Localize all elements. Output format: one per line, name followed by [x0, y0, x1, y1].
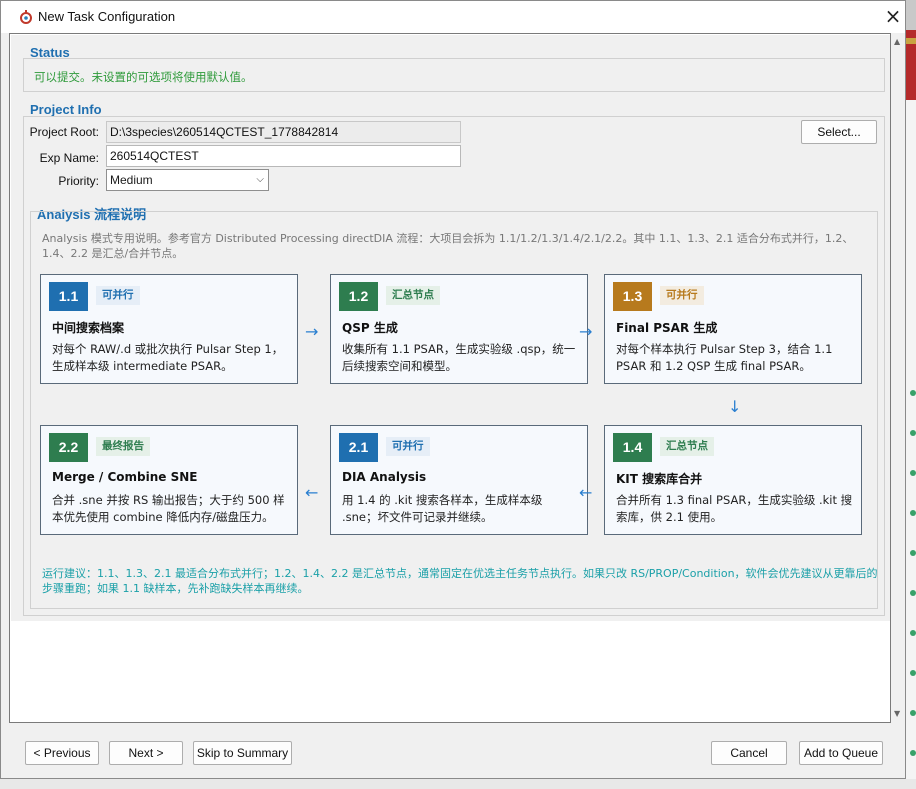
arrow-left-icon: ←	[579, 483, 593, 502]
status-dot-icon	[910, 710, 916, 716]
step-tag: 可并行	[96, 286, 140, 305]
step-number-badge: 2.2	[49, 433, 88, 462]
step-card-1-4: 1.4 汇总节点 KIT 搜索库合并 合并所有 1.3 final PSAR，生…	[604, 425, 862, 535]
step-number-badge: 1.2	[339, 282, 378, 311]
priority-select[interactable]: Medium ⌵	[106, 169, 269, 191]
status-dot-icon	[910, 430, 916, 436]
arrow-right-icon: →	[579, 322, 593, 341]
arrow-down-icon: ↓	[728, 397, 742, 416]
chevron-down-icon: ⌵	[256, 174, 264, 185]
priority-label: Priority:	[58, 174, 99, 188]
background-status-row	[0, 779, 916, 789]
task-config-dialog: New Task Configuration × Status 可以提交。未设置…	[0, 0, 906, 779]
step-title: KIT 搜索库合并	[616, 472, 703, 486]
scroll-down-icon[interactable]: ▼	[894, 709, 900, 718]
next-button[interactable]: Next >	[109, 741, 183, 765]
window-title: New Task Configuration	[38, 9, 176, 24]
step-tag: 最终报告	[96, 437, 150, 456]
background-list	[906, 100, 916, 789]
step-title: QSP 生成	[342, 321, 398, 335]
arrow-right-icon: →	[305, 322, 319, 341]
step-tag: 可并行	[660, 286, 704, 305]
step-description: 合并 .sne 并按 RS 输出报告；大于约 500 样本优先使用 combin…	[52, 493, 285, 524]
step-number-badge: 2.1	[339, 433, 378, 462]
status-dot-icon	[910, 470, 916, 476]
skip-to-summary-button[interactable]: Skip to Summary	[193, 741, 292, 765]
title-bar[interactable]: New Task Configuration ×	[1, 1, 905, 33]
step-card-1-3: 1.3 可并行 Final PSAR 生成 对每个样本执行 Pulsar Ste…	[604, 274, 862, 384]
exp-name-label: Exp Name:	[39, 151, 99, 165]
form-content: Status 可以提交。未设置的可选项将使用默认值。 Project Info …	[11, 35, 890, 621]
status-dot-icon	[910, 630, 916, 636]
status-dot-icon	[910, 550, 916, 556]
app-icon	[20, 10, 32, 24]
step-tag: 汇总节点	[660, 437, 714, 456]
step-card-1-2: 1.2 汇总节点 QSP 生成 收集所有 1.1 PSAR，生成实验级 .qsp…	[330, 274, 588, 384]
scroll-up-icon[interactable]: ▲	[894, 37, 900, 46]
add-to-queue-button[interactable]: Add to Queue	[799, 741, 883, 765]
step-title: Final PSAR 生成	[616, 321, 718, 335]
status-message: 可以提交。未设置的可选项将使用默认值。	[34, 70, 253, 84]
step-description: 收集所有 1.1 PSAR，生成实验级 .qsp，统一后续搜索空间和模型。	[342, 342, 576, 373]
cancel-button[interactable]: Cancel	[711, 741, 787, 765]
vertical-scrollbar[interactable]: ▲ ▼	[891, 33, 905, 723]
status-dot-icon	[910, 670, 916, 676]
step-description: 用 1.4 的 .kit 搜索各样本，生成样本级 .sne；坏文件可记录并继续。	[342, 493, 543, 524]
project-info-title: Project Info	[30, 102, 102, 117]
step-tag: 汇总节点	[386, 286, 440, 305]
step-card-1-1: 1.1 可并行 中间搜索档案 对每个 RAW/.d 或批次执行 Pulsar S…	[40, 274, 298, 384]
analysis-description: Analysis 模式专用说明。参考官方 Distributed Process…	[42, 232, 854, 260]
priority-selected-value: Medium	[110, 173, 153, 187]
step-title: DIA Analysis	[342, 470, 427, 484]
run-suggestion-text: 运行建议：1.1、1.3、2.1 最适合分布式并行；1.2、1.4、2.2 是汇…	[42, 567, 878, 595]
project-root-field[interactable]: D:\3species\260514QCTEST_1778842814	[106, 121, 461, 143]
select-root-button[interactable]: Select...	[801, 120, 877, 144]
status-dot-icon	[910, 510, 916, 516]
status-dot-icon	[910, 390, 916, 396]
step-number-badge: 1.4	[613, 433, 652, 462]
step-description: 对每个样本执行 Pulsar Step 3，结合 1.1 PSAR 和 1.2 …	[616, 342, 833, 373]
step-description: 对每个 RAW/.d 或批次执行 Pulsar Step 1，生成样本级 int…	[52, 342, 284, 373]
step-number-badge: 1.3	[613, 282, 652, 311]
step-description: 合并所有 1.3 final PSAR，生成实验级 .kit 搜索库，供 2.1…	[616, 493, 853, 524]
analysis-box	[30, 211, 878, 609]
project-root-label: Project Root:	[29, 125, 99, 139]
step-card-2-1: 2.1 可并行 DIA Analysis 用 1.4 的 .kit 搜索各样本，…	[330, 425, 588, 535]
close-icon[interactable]: ×	[881, 5, 905, 29]
step-card-2-2: 2.2 最终报告 Merge / Combine SNE 合并 .sne 并按 …	[40, 425, 298, 535]
step-tag: 可并行	[386, 437, 430, 456]
step-title: 中间搜索档案	[52, 321, 125, 335]
arrow-left-icon: ←	[305, 483, 319, 502]
exp-name-field[interactable]: 260514QCTEST	[106, 145, 461, 167]
previous-button[interactable]: < Previous	[25, 741, 99, 765]
step-title: Merge / Combine SNE	[52, 470, 198, 484]
content-scroll-pane[interactable]: Status 可以提交。未设置的可选项将使用默认值。 Project Info …	[9, 33, 891, 723]
step-number-badge: 1.1	[49, 282, 88, 311]
status-dot-icon	[910, 750, 916, 756]
status-dot-icon	[910, 590, 916, 596]
